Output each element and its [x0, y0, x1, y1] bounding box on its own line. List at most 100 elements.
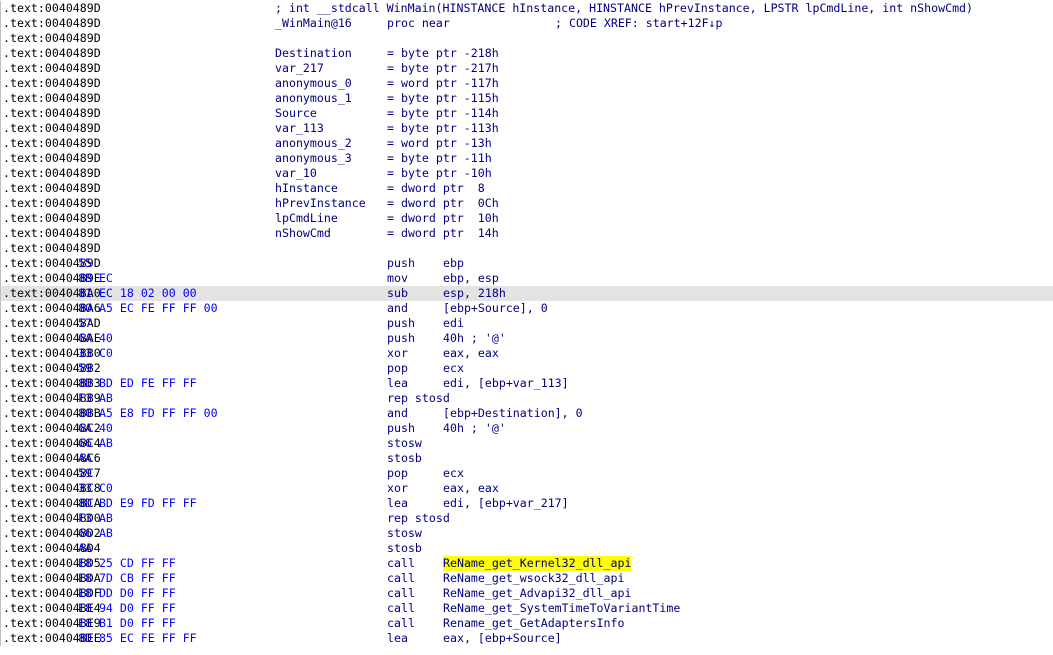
- operand[interactable]: ReName_get_Advapi32_dll_api: [443, 586, 631, 601]
- listing-line[interactable]: .text:004048CA 8D BD E9 FD FF FF lea edi, […: [1, 496, 1053, 511]
- listing-line[interactable]: .text:0040489D hPrevInstance = dword ptr 0…: [1, 196, 1053, 211]
- address[interactable]: .text:0040489D: [3, 136, 101, 151]
- operand[interactable]: ReName_get_wsock32_dll_api: [443, 571, 624, 586]
- listing-line[interactable]: .text:0040489D ; int __stdcall WinMain(HI…: [1, 1, 1053, 16]
- mnemonic: rep stosd: [387, 391, 450, 405]
- mnemonic: stosb: [387, 541, 422, 555]
- operand[interactable]: edi, [ebp+var_113]: [443, 376, 569, 391]
- address[interactable]: .text:0040489D: [3, 226, 101, 241]
- function-label[interactable]: _WinMain@16: [275, 16, 352, 31]
- listing-line[interactable]: .text:0040489D Destination = byte ptr -218…: [1, 46, 1053, 61]
- listing-line[interactable]: .text:004048BB 80 A5 E8 FD FF FF 00 and [eb…: [1, 406, 1053, 421]
- listing-line[interactable]: .text:0040489D Source = byte ptr -114h: [1, 106, 1053, 121]
- operand[interactable]: ecx: [443, 466, 464, 481]
- address[interactable]: .text:0040489D: [3, 166, 101, 181]
- stack-variable-name[interactable]: anonymous_2: [275, 136, 352, 151]
- opcode-bytes: 80 A5 E8 FD FF FF 00: [78, 406, 218, 420]
- listing-line[interactable]: .text:004048B0 33 C0 xor eax, eax: [1, 346, 1053, 361]
- listing-line[interactable]: .text:004048B2 59 pop ecx: [1, 361, 1053, 376]
- operand[interactable]: edi: [443, 316, 464, 331]
- listing-line[interactable]: .text:004048B3 8D BD ED FE FF FF lea edi, […: [1, 376, 1053, 391]
- address[interactable]: .text:0040489D: [3, 241, 101, 256]
- current-line[interactable]: .text:004048A0 81 EC 18 02 00 00 sub esp, 2…: [1, 286, 1053, 301]
- stack-variable-name[interactable]: Source: [275, 106, 317, 121]
- stack-variable-name[interactable]: Destination: [275, 46, 352, 61]
- listing-line[interactable]: .text:0040489D: [1, 31, 1053, 46]
- stack-variable-name[interactable]: hPrevInstance: [275, 196, 366, 211]
- listing-line[interactable]: .text:004048DA E8 7D CB FF FF call ReName_g…: [1, 571, 1053, 586]
- listing-line[interactable]: .text:0040489D hInstance = dword ptr 8: [1, 181, 1053, 196]
- operand[interactable]: ReName_get_Kernel32_dll_api: [443, 556, 632, 571]
- address[interactable]: .text:0040489D: [3, 46, 101, 61]
- stack-variable-name[interactable]: nShowCmd: [275, 226, 331, 241]
- listing-line[interactable]: .text:004048B9 F3 AB rep stosd: [1, 391, 1053, 406]
- stack-variable-name[interactable]: lpCmdLine: [275, 211, 338, 226]
- operand[interactable]: Rename_get_GetAdaptersInfo: [443, 616, 624, 631]
- listing-line[interactable]: .text:004048E9 E8 B1 D0 FF FF call Rename_g…: [1, 616, 1053, 631]
- opcode-bytes: 8D BD ED FE FF FF: [78, 376, 197, 390]
- address[interactable]: .text:0040489D: [3, 76, 101, 91]
- listing-line[interactable]: .text:0040489D lpCmdLine = dword ptr 10h: [1, 211, 1053, 226]
- listing-line[interactable]: .text:0040489D anonymous_1 = byte ptr -115…: [1, 91, 1053, 106]
- operand[interactable]: ecx: [443, 361, 464, 376]
- listing-line[interactable]: .text:0040489D: [1, 241, 1053, 256]
- address[interactable]: .text:0040489D: [3, 1, 101, 16]
- listing-line[interactable]: .text:0040489D nShowCmd = dword ptr 14h: [1, 226, 1053, 241]
- listing-line[interactable]: .text:004048D2 66 AB stosw: [1, 526, 1053, 541]
- listing-line[interactable]: .text:0040489D anonymous_0 = word ptr -117…: [1, 76, 1053, 91]
- stack-variable-name[interactable]: var_113: [275, 121, 324, 136]
- listing-line[interactable]: .text:0040489D var_10 = byte ptr -10h: [1, 166, 1053, 181]
- address[interactable]: .text:0040489D: [3, 121, 101, 136]
- listing-line[interactable]: .text:004048D5 E8 25 CD FF FF call ReName_g…: [1, 556, 1053, 571]
- operand[interactable]: eax, [ebp+Source]: [443, 631, 562, 646]
- address[interactable]: .text:0040489D: [3, 91, 101, 106]
- listing-line[interactable]: .text:004048C2 6A 40 push 40h ; '@': [1, 421, 1053, 436]
- operand[interactable]: esp, 218h: [443, 286, 506, 301]
- stack-variable-name[interactable]: var_217: [275, 61, 324, 76]
- operand[interactable]: 40h ; '@': [443, 331, 506, 346]
- listing-line[interactable]: .text:0040489D _WinMain@16 proc near ; CODE…: [1, 16, 1053, 31]
- stack-variable-name[interactable]: anonymous_1: [275, 91, 352, 106]
- operand[interactable]: [ebp+Source], 0: [443, 301, 548, 316]
- address[interactable]: .text:0040489D: [3, 31, 101, 46]
- operand[interactable]: eax, eax: [443, 346, 499, 361]
- xref-comment[interactable]: ; CODE XREF: start+12F↓p: [555, 16, 723, 31]
- listing-line[interactable]: .text:0040489D var_217 = byte ptr -217h: [1, 61, 1053, 76]
- stack-variable-name[interactable]: var_10: [275, 166, 317, 181]
- listing-line[interactable]: .text:004048C7 59 pop ecx: [1, 466, 1053, 481]
- listing-line[interactable]: .text:004048C6 AA stosb: [1, 451, 1053, 466]
- stack-variable-name[interactable]: anonymous_0: [275, 76, 352, 91]
- address[interactable]: .text:0040489D: [3, 16, 101, 31]
- operand[interactable]: ReName_get_SystemTimeToVariantTime: [443, 601, 680, 616]
- address[interactable]: .text:0040489D: [3, 181, 101, 196]
- listing-line[interactable]: .text:004048A6 80 A5 EC FE FF FF 00 and [eb…: [1, 301, 1053, 316]
- listing-line[interactable]: .text:0040489E 8B EC mov ebp, esp: [1, 271, 1053, 286]
- address[interactable]: .text:0040489D: [3, 196, 101, 211]
- operand[interactable]: ebp, esp: [443, 271, 499, 286]
- address[interactable]: .text:0040489D: [3, 211, 101, 226]
- listing-line[interactable]: .text:004048EE 8D 85 EC FE FF FF lea eax, […: [1, 631, 1053, 646]
- listing-line[interactable]: .text:004048DF E8 DD D0 FF FF call ReName_g…: [1, 586, 1053, 601]
- stack-variable-name[interactable]: hInstance: [275, 181, 338, 196]
- address[interactable]: .text:0040489D: [3, 151, 101, 166]
- listing-line[interactable]: .text:0040489D anonymous_2 = word ptr -13h: [1, 136, 1053, 151]
- operand[interactable]: eax, eax: [443, 481, 499, 496]
- listing-line[interactable]: .text:004048AE 6A 40 push 40h ; '@': [1, 331, 1053, 346]
- operand[interactable]: 40h ; '@': [443, 421, 506, 436]
- listing-line[interactable]: .text:004048C8 33 C0 xor eax, eax: [1, 481, 1053, 496]
- operand[interactable]: edi, [ebp+var_217]: [443, 496, 569, 511]
- address[interactable]: .text:0040489D: [3, 106, 101, 121]
- stack-variable-name[interactable]: anonymous_3: [275, 151, 352, 166]
- listing-line[interactable]: .text:004048AD 57 push edi: [1, 316, 1053, 331]
- listing-line[interactable]: .text:004048D0 F3 AB rep stosd: [1, 511, 1053, 526]
- listing-line[interactable]: .text:0040489D 55 push ebp: [1, 256, 1053, 271]
- operand[interactable]: ebp: [443, 256, 464, 271]
- operand[interactable]: [ebp+Destination], 0: [443, 406, 583, 421]
- listing-line[interactable]: .text:004048E4 E8 94 D0 FF FF call ReName_g…: [1, 601, 1053, 616]
- listing-line[interactable]: .text:004048D4 AA stosb: [1, 541, 1053, 556]
- disassembly-listing[interactable]: .text:0040489D ; int __stdcall WinMain(HI…: [0, 1, 1053, 646]
- listing-line[interactable]: .text:0040489D var_113 = byte ptr -113h: [1, 121, 1053, 136]
- address[interactable]: .text:0040489D: [3, 61, 101, 76]
- listing-line[interactable]: .text:0040489D anonymous_3 = byte ptr -11h: [1, 151, 1053, 166]
- listing-line[interactable]: .text:004048C4 66 AB stosw: [1, 436, 1053, 451]
